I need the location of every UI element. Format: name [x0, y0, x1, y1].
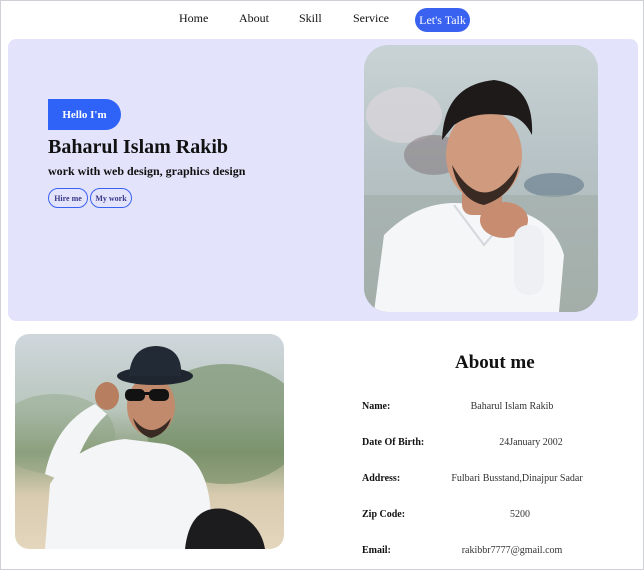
- about-photo-illustration: [15, 346, 284, 549]
- top-nav: Home About Skill Service Let's Talk: [0, 4, 644, 32]
- about-dob-value: 24January 2002: [499, 437, 563, 448]
- hero-subtitle: work with web design, graphics design: [48, 164, 246, 178]
- about-dob-label: Date Of Birth:: [362, 437, 425, 448]
- about-title: About me: [455, 352, 535, 373]
- about-name-label: Name:: [362, 401, 391, 412]
- hero-section: Hello I'm Baharul Islam Rakib work with …: [8, 39, 638, 321]
- hero-profile-photo: [364, 45, 598, 312]
- about-email-value[interactable]: rakibbr7777@gmail.com: [432, 545, 592, 556]
- my-work-button[interactable]: My work: [90, 188, 132, 208]
- lets-talk-button[interactable]: Let's Talk: [415, 8, 470, 32]
- about-profile-photo: [15, 334, 284, 549]
- about-name-value: Baharul Islam Rakib: [470, 401, 554, 412]
- about-email-label: Email:: [362, 545, 391, 556]
- hero-name: Baharul Islam Rakib: [48, 136, 229, 158]
- nav-about-link[interactable]: About: [239, 11, 269, 26]
- hello-badge: Hello I'm: [48, 99, 121, 130]
- about-address-label: Address:: [362, 473, 401, 484]
- about-zip-label: Zip Code:: [362, 509, 406, 520]
- nav-service-link[interactable]: Service: [353, 11, 389, 26]
- about-zip-value: 5200: [510, 509, 530, 520]
- hero-photo-illustration: [364, 80, 598, 312]
- hire-me-button[interactable]: Hire me: [48, 188, 88, 208]
- nav-home-link[interactable]: Home: [179, 11, 208, 26]
- nav-skill-link[interactable]: Skill: [299, 11, 322, 26]
- about-address-value: Fulbari Busstand,Dinajpur Sadar: [451, 473, 583, 484]
